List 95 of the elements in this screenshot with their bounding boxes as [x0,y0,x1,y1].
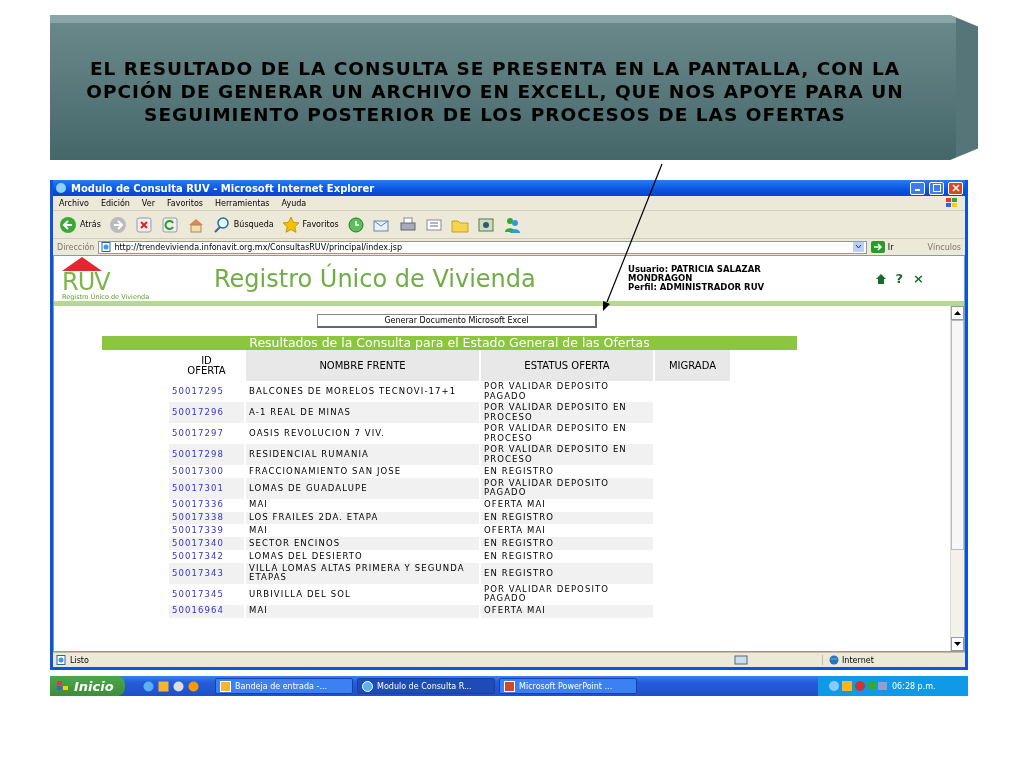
minimize-button[interactable] [910,181,925,195]
scroll-up-button[interactable] [951,306,964,320]
user-info: Perfil: ADMINISTRADOR RUV [628,283,766,292]
globe-icon [829,655,839,665]
browser-icon [55,182,67,194]
links-label[interactable]: Vínculos [927,242,961,252]
mail-app-icon[interactable] [158,680,169,692]
offer-id-link[interactable]: 50017296 [172,407,225,418]
table-title: Resultados de la Consulta para el Estado General de las Ofertas [102,336,797,350]
menu-item[interactable]: Archivo [59,198,89,208]
table-cell: RESIDENCIAL RUMANIA [246,444,479,465]
offer-id-link[interactable]: 50017298 [172,449,225,460]
mail-app-icon [220,680,231,692]
toolbar-button[interactable]: Atrás [59,215,101,234]
taskbar-button[interactable]: Microsoft PowerPoint ... [499,678,637,694]
taskbar-button[interactable]: Bandeja de entrada -... [215,678,353,694]
offer-id-link[interactable]: 50017339 [172,526,225,536]
scroll-thumb[interactable] [951,320,964,550]
offer-id-link[interactable]: 50017340 [172,538,225,549]
offer-id-link[interactable]: 50017297 [172,428,225,439]
history-icon[interactable] [346,215,365,234]
table-cell: EN REGISTRO [481,537,653,550]
table-cell: VILLA LOMAS ALTAS PRIMERA Y SEGUNDA ETAPAS [246,562,479,584]
page-icon [56,655,66,665]
table-cell: A-1 REAL DE MINAS [246,402,479,423]
column-header: NOMBRE FRENTE [246,350,479,381]
logo-text: RUV [62,270,110,293]
table-cell: POR VALIDAR DEPOSITO PAGADO [481,477,653,499]
table-cell: POR VALIDAR DEPOSITO EN PROCESO [481,402,653,423]
user-info: Usuario: PATRICIA SALAZAR [628,265,762,274]
messenger-icon[interactable] [188,680,199,692]
go-button[interactable]: Ir [870,241,894,253]
dropdown-icon[interactable] [852,242,864,252]
clock: 06:28 p.m. [892,681,936,691]
people-icon[interactable] [502,215,521,234]
search-icon[interactable] [212,215,231,234]
roof-icon [62,256,102,271]
browser-icon[interactable] [143,680,154,692]
offer-id-link[interactable]: 50017345 [172,589,225,600]
user-info: MONDRAGON [628,274,694,283]
menu-item[interactable]: Edición [100,198,130,208]
help-link[interactable]: ? [895,271,904,286]
offer-id-link[interactable]: 50017300 [172,466,225,477]
windows-logo-icon [945,197,959,209]
menu-item[interactable]: Herramientas [215,198,270,208]
column-header: ESTATUS OFERTA [481,350,653,381]
close-icon [951,184,960,192]
up-arrow-icon [954,311,961,315]
excel-export-button[interactable]: Generar Documento Microsoft Excel [317,314,597,328]
browser-icon [362,680,373,692]
status-text: Listo [70,655,90,665]
offer-id-link[interactable]: 50017336 [172,500,225,510]
monitor-icon [734,655,748,665]
maximize-button[interactable] [929,181,944,195]
star-icon[interactable] [281,215,300,234]
start-button[interactable]: Inicio [50,676,125,696]
table-cell: LOMAS DE GUADALUPE [246,477,479,499]
offer-id-link[interactable]: 50017295 [172,386,225,397]
menu-item[interactable]: Ayuda [281,198,307,208]
close-button[interactable] [948,181,963,195]
printer-icon[interactable] [398,215,417,234]
window-title: Modulo de Consulta RUV - Microsoft Internet Explorer [71,182,376,194]
zone-text: Internet [842,655,874,665]
offer-id-link[interactable]: 50016964 [172,606,225,616]
menu-item[interactable]: Ver [141,198,155,208]
down-arrow-icon [954,642,961,646]
refresh-icon[interactable] [160,215,179,234]
media-icon[interactable] [476,215,495,234]
page-title: Registro Único de Vivienda [214,264,537,293]
offer-id-link[interactable]: 50017342 [172,551,225,562]
banner-text: EL RESULTADO DE LA CONSULTA SE PRESENTA EN LA PANTALLA, CON LA OPCIÓN DE GENERAR UN ARCHIVO EN EXCELL, QUE NOS APOYE PARA UN SEGUIMIENTO POSTERIOR DE LOS PROCESOS DE LAS OFERTAS [85,57,905,126]
media-icon[interactable] [173,680,184,692]
home-icon[interactable] [875,273,886,284]
maximize-icon [932,184,941,192]
toolbar-button[interactable]: Búsqueda [212,215,274,234]
stop-icon[interactable] [134,215,153,234]
address-field[interactable]: http://trendevivienda.infonavit.org.mx/ConsultasRUV/principal/index.jsp [98,240,867,254]
menu-item[interactable]: Favoritos [166,198,204,208]
address-label: Dirección [57,242,95,252]
slides-app-icon [504,680,515,692]
table-cell: POR VALIDAR DEPOSITO EN PROCESO [481,444,653,465]
offer-id-link[interactable]: 50017343 [172,568,225,579]
taskbar-button[interactable]: Modulo de Consulta R... [357,678,495,694]
offer-id-link[interactable]: 50017301 [172,483,225,494]
tray-icons-drawing [828,680,888,692]
go-arrow-icon [870,241,885,253]
windows-logo-icon [56,680,70,692]
close-link[interactable]: × [913,271,924,286]
offer-id-link[interactable]: 50017338 [172,513,225,523]
table-cell: EN REGISTRO [481,562,653,584]
toolbar-button[interactable]: Favoritos [281,215,339,234]
table-cell: SECTOR ENCINOS [246,537,479,550]
page-icon [101,242,112,252]
scroll-down-button[interactable] [951,637,964,651]
column-header: MIGRADA [655,350,730,381]
